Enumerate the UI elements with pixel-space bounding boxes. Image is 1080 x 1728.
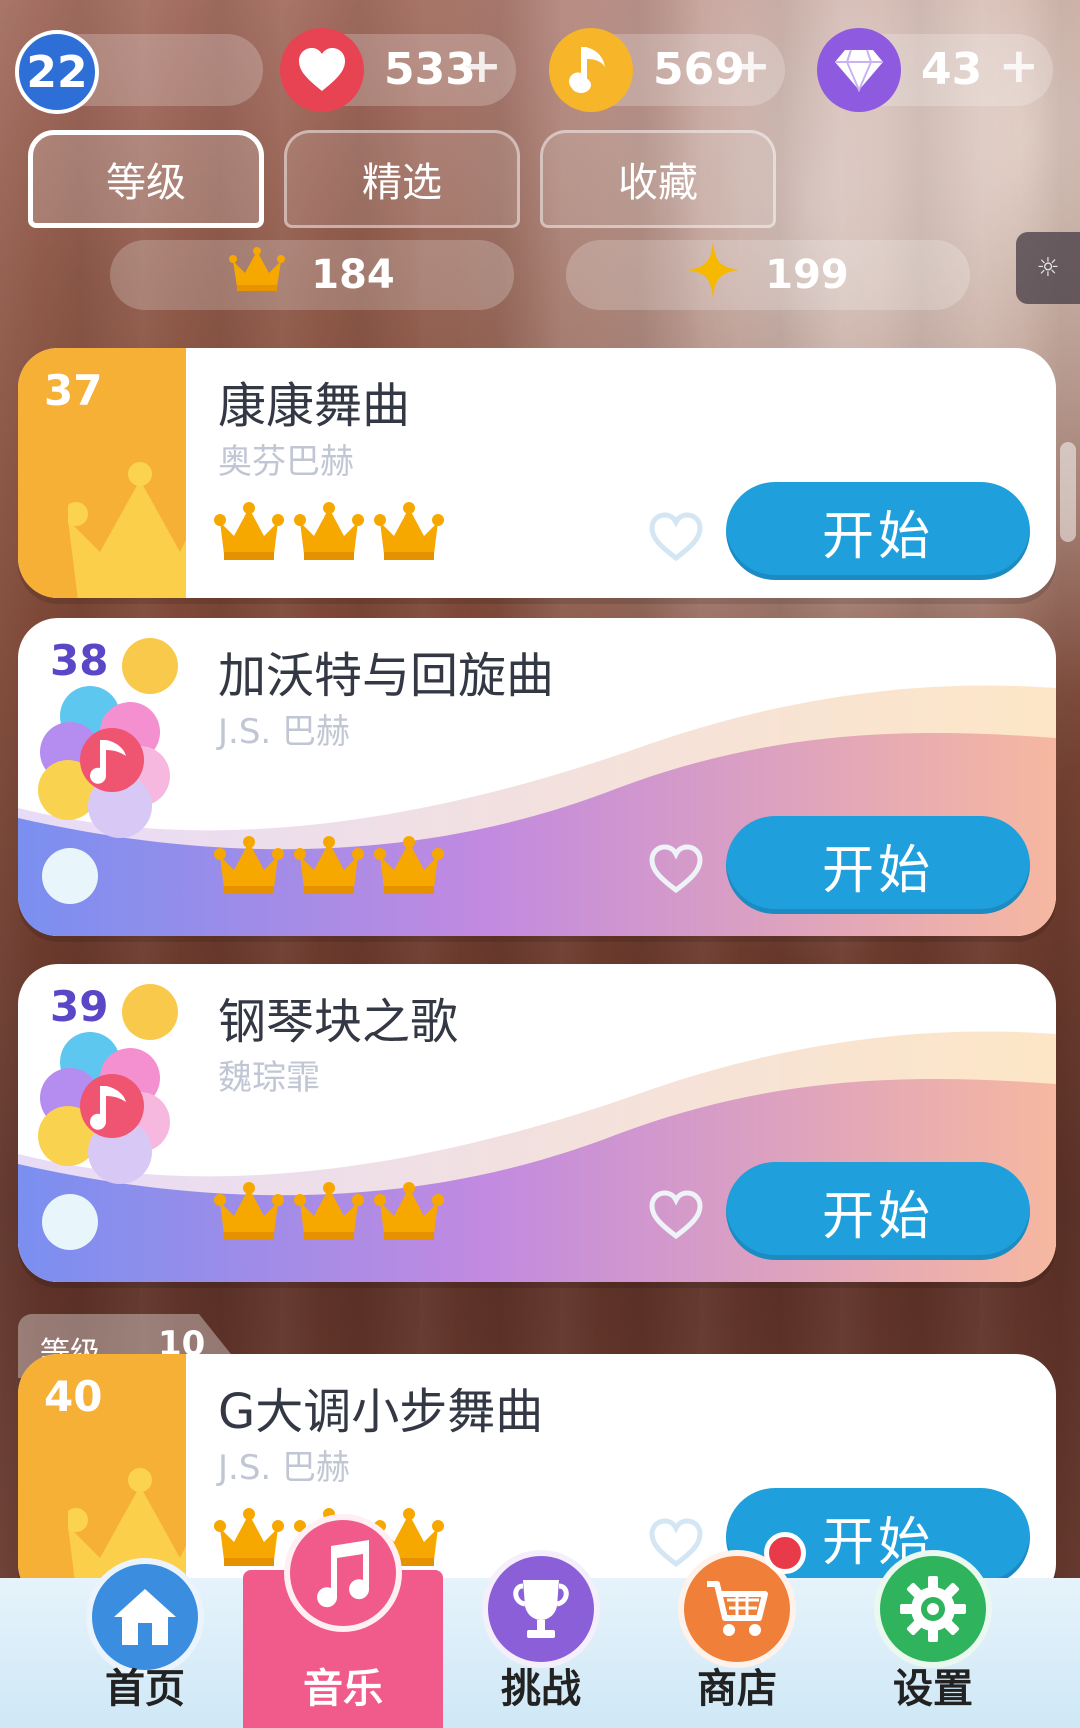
nav-settings[interactable]: 设置	[848, 1488, 1018, 1728]
favorite-heart-icon[interactable]	[648, 844, 704, 894]
song-number: 38	[50, 636, 109, 685]
favorite-heart-icon[interactable]	[648, 512, 704, 562]
nav-music-label: 音乐	[303, 1666, 383, 1712]
crown-icon	[374, 836, 444, 894]
crown-icon	[294, 502, 364, 560]
crown-icon	[294, 1182, 364, 1240]
nav-challenge-label: 挑战	[501, 1666, 581, 1712]
song-number: 39	[50, 982, 109, 1031]
shop-notification-badge	[764, 1532, 806, 1574]
crown-rating	[214, 836, 444, 898]
start-button[interactable]: 开始	[726, 482, 1030, 580]
crown-icon	[214, 1182, 284, 1240]
nav-shop[interactable]: 商店	[652, 1488, 822, 1728]
song-artist: J.S. 巴赫	[218, 712, 351, 752]
tab-level[interactable]: 等级	[28, 130, 264, 228]
nav-home-label: 首页	[105, 1666, 185, 1712]
gear-icon	[874, 1550, 992, 1668]
favorite-heart-icon[interactable]	[648, 1190, 704, 1240]
level-pill: 22	[15, 30, 263, 114]
player-level[interactable]: 22	[15, 30, 99, 114]
nav-challenge[interactable]: 挑战	[456, 1488, 626, 1728]
song-artist: 魏琮霏	[218, 1058, 320, 1098]
song-title: 康康舞曲	[218, 378, 411, 434]
add-notes-button[interactable]: +	[731, 38, 771, 94]
notes-counter[interactable]: 569 +	[549, 28, 785, 112]
crown-icon	[229, 247, 286, 303]
start-button[interactable]: 开始	[726, 816, 1030, 914]
nav-home[interactable]: 首页	[60, 1488, 230, 1728]
gems-counter[interactable]: 43 +	[817, 28, 1053, 112]
song-card[interactable]: 39 钢琴块之歌 魏琮霏 开始	[18, 964, 1056, 1282]
nav-settings-label: 设置	[893, 1666, 973, 1712]
crown-icon	[374, 1182, 444, 1240]
song-title: G大调小步舞曲	[218, 1384, 544, 1440]
song-card[interactable]: 38 加沃特与回旋曲 J.S. 巴赫 开始	[18, 618, 1056, 936]
nav-music[interactable]: 音乐	[258, 1488, 428, 1728]
tab-favorites[interactable]: 收藏	[540, 130, 776, 228]
crown-icon	[374, 502, 444, 560]
song-title: 加沃特与回旋曲	[218, 648, 555, 704]
total-crowns: 184	[110, 240, 514, 310]
song-number: 37	[44, 366, 103, 415]
crown-icon	[214, 502, 284, 560]
diamond-icon	[817, 28, 901, 112]
crown-icon	[214, 836, 284, 894]
tab-featured[interactable]: 精选	[284, 130, 520, 228]
song-artist: J.S. 巴赫	[218, 1448, 351, 1488]
heart-icon	[280, 28, 364, 112]
music-note-icon	[284, 1514, 402, 1632]
nav-shop-label: 商店	[697, 1666, 777, 1712]
crown-rating	[214, 1182, 444, 1244]
crown-icon	[294, 836, 364, 894]
song-title: 钢琴块之歌	[218, 994, 459, 1050]
crown-rating	[214, 502, 444, 564]
total-stars: 199	[566, 240, 970, 310]
music-note-icon	[549, 28, 633, 112]
song-artist: 奥芬巴赫	[218, 442, 354, 482]
add-lives-button[interactable]: +	[462, 38, 502, 94]
trophy-icon	[482, 1550, 600, 1668]
sparkle-icon	[687, 241, 740, 309]
crowns-total-value: 184	[311, 252, 395, 298]
scrollbar-thumb[interactable]	[1060, 442, 1076, 542]
song-card[interactable]: 37 康康舞曲 奥芬巴赫 开始	[18, 348, 1056, 598]
lives-counter[interactable]: 533 +	[280, 28, 516, 112]
song-number: 40	[44, 1372, 103, 1421]
brightness-toggle-button[interactable]: ☼	[1016, 232, 1080, 304]
add-gems-button[interactable]: +	[999, 38, 1039, 94]
status-bar: 22 533 + 569 + 43 +	[15, 28, 1065, 114]
sun-icon: ☼	[1036, 253, 1060, 283]
start-button[interactable]: 开始	[726, 1162, 1030, 1260]
stars-total-value: 199	[765, 252, 849, 298]
gems-value: 43	[921, 44, 983, 95]
